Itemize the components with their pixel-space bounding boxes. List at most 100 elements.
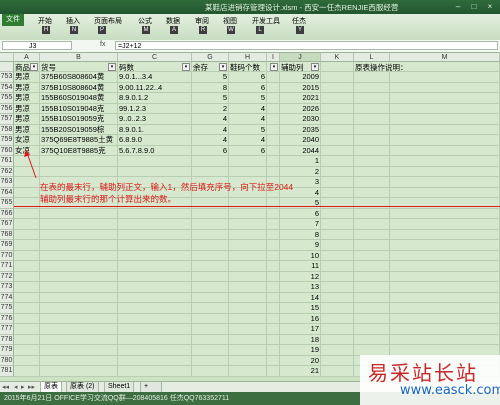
table-cell[interactable]: 2030 bbox=[280, 114, 321, 125]
table-cell[interactable]: 4 bbox=[229, 114, 267, 125]
table-cell[interactable] bbox=[321, 124, 354, 135]
next-sheet-icon[interactable]: ▸ bbox=[21, 383, 25, 391]
table-cell[interactable] bbox=[229, 156, 267, 167]
table-cell[interactable]: 155B20S019059棕 bbox=[40, 124, 118, 135]
table-cell[interactable] bbox=[267, 124, 280, 135]
table-cell[interactable] bbox=[390, 177, 500, 188]
table-cell[interactable]: 8 bbox=[280, 229, 321, 240]
table-cell[interactable] bbox=[40, 324, 118, 335]
row-header[interactable]: 781 bbox=[0, 366, 14, 377]
table-cell[interactable] bbox=[354, 324, 390, 335]
table-cell[interactable] bbox=[267, 313, 280, 324]
table-cell[interactable] bbox=[321, 229, 354, 240]
table-cell[interactable] bbox=[267, 229, 280, 240]
table-cell[interactable] bbox=[354, 177, 390, 188]
table-cell[interactable] bbox=[229, 292, 267, 303]
row-header[interactable]: 760 bbox=[0, 145, 14, 156]
row-header[interactable]: 763 bbox=[0, 177, 14, 188]
table-cell[interactable] bbox=[267, 166, 280, 177]
table-cell[interactable] bbox=[118, 324, 192, 335]
table-cell[interactable]: 5 bbox=[229, 124, 267, 135]
table-cell[interactable] bbox=[267, 261, 280, 272]
table-cell[interactable] bbox=[267, 366, 280, 377]
table-cell[interactable] bbox=[118, 292, 192, 303]
header-cell-size-count[interactable]: 鞋码个数▾ bbox=[229, 62, 267, 72]
tab-home[interactable]: 开始 H bbox=[38, 16, 52, 34]
row-header[interactable]: 776 bbox=[0, 313, 14, 324]
table-cell[interactable] bbox=[390, 103, 500, 114]
table-cell[interactable] bbox=[229, 261, 267, 272]
close-button[interactable]: × bbox=[484, 1, 496, 12]
table-cell[interactable]: 2026 bbox=[280, 103, 321, 114]
table-cell[interactable] bbox=[118, 240, 192, 251]
table-cell[interactable] bbox=[267, 292, 280, 303]
table-cell[interactable] bbox=[229, 334, 267, 345]
table-cell[interactable] bbox=[14, 345, 40, 356]
filter-dropdown-icon[interactable]: ▾ bbox=[270, 63, 278, 71]
fx-icon[interactable]: fx bbox=[100, 41, 105, 48]
row-header[interactable]: 774 bbox=[0, 292, 14, 303]
table-cell[interactable]: 155B10S019048克 bbox=[40, 103, 118, 114]
prev-sheet-icon[interactable]: ◂ bbox=[14, 383, 18, 391]
table-cell[interactable] bbox=[118, 250, 192, 261]
table-cell[interactable] bbox=[118, 355, 192, 366]
row-header[interactable]: 770 bbox=[0, 250, 14, 261]
row-header[interactable]: 754 bbox=[0, 82, 14, 93]
table-cell[interactable] bbox=[118, 334, 192, 345]
table-cell[interactable] bbox=[321, 72, 354, 83]
table-cell[interactable] bbox=[14, 292, 40, 303]
table-cell[interactable] bbox=[40, 292, 118, 303]
row-header[interactable]: 767 bbox=[0, 219, 14, 230]
row-header[interactable]: 777 bbox=[0, 324, 14, 335]
table-cell[interactable] bbox=[40, 282, 118, 293]
table-cell[interactable] bbox=[354, 156, 390, 167]
row-header[interactable]: 765 bbox=[0, 198, 14, 209]
table-cell[interactable] bbox=[390, 156, 500, 167]
table-cell[interactable] bbox=[192, 366, 229, 377]
table-cell[interactable] bbox=[267, 93, 280, 104]
table-cell[interactable] bbox=[118, 219, 192, 230]
table-cell[interactable] bbox=[321, 303, 354, 314]
table-cell[interactable] bbox=[40, 219, 118, 230]
table-cell[interactable] bbox=[192, 303, 229, 314]
table-cell[interactable]: 4 bbox=[229, 135, 267, 146]
col-header-b[interactable]: B bbox=[40, 53, 118, 62]
table-cell[interactable] bbox=[267, 208, 280, 219]
row-header[interactable]: 766 bbox=[0, 208, 14, 219]
table-cell[interactable] bbox=[390, 124, 500, 135]
row-header[interactable]: 773 bbox=[0, 282, 14, 293]
table-cell[interactable]: 12 bbox=[280, 271, 321, 282]
table-cell[interactable] bbox=[321, 145, 354, 156]
table-cell[interactable] bbox=[267, 82, 280, 93]
table-cell[interactable]: 9.00.11.22..4 bbox=[118, 82, 192, 93]
table-cell[interactable]: 男凉 bbox=[14, 114, 40, 125]
table-cell[interactable] bbox=[14, 261, 40, 272]
table-cell[interactable] bbox=[229, 240, 267, 251]
table-cell[interactable] bbox=[321, 114, 354, 125]
table-cell[interactable]: 16 bbox=[280, 313, 321, 324]
table-cell[interactable] bbox=[267, 135, 280, 146]
table-cell[interactable] bbox=[192, 292, 229, 303]
table-cell[interactable] bbox=[267, 145, 280, 156]
table-cell[interactable]: 155B60S019048黄 bbox=[40, 93, 118, 104]
table-cell[interactable]: 9 bbox=[280, 240, 321, 251]
table-cell[interactable] bbox=[40, 240, 118, 251]
table-cell[interactable]: 4 bbox=[229, 103, 267, 114]
table-cell[interactable] bbox=[354, 219, 390, 230]
table-cell[interactable] bbox=[354, 135, 390, 146]
tab-renjie[interactable]: 任杰 Y bbox=[292, 16, 306, 34]
table-cell[interactable] bbox=[192, 313, 229, 324]
last-sheet-icon[interactable]: ▸▸ bbox=[28, 383, 35, 391]
table-cell[interactable] bbox=[118, 261, 192, 272]
table-cell[interactable] bbox=[354, 208, 390, 219]
table-cell[interactable] bbox=[192, 166, 229, 177]
table-cell[interactable] bbox=[118, 229, 192, 240]
table-cell[interactable]: 17 bbox=[280, 324, 321, 335]
table-cell[interactable] bbox=[390, 82, 500, 93]
table-cell[interactable] bbox=[267, 282, 280, 293]
table-cell[interactable] bbox=[354, 82, 390, 93]
table-cell[interactable]: 男凉 bbox=[14, 82, 40, 93]
formula-input[interactable]: =J2+12 bbox=[115, 41, 498, 50]
table-cell[interactable]: 2040 bbox=[280, 135, 321, 146]
table-cell[interactable]: 8.9.0.1. bbox=[118, 124, 192, 135]
